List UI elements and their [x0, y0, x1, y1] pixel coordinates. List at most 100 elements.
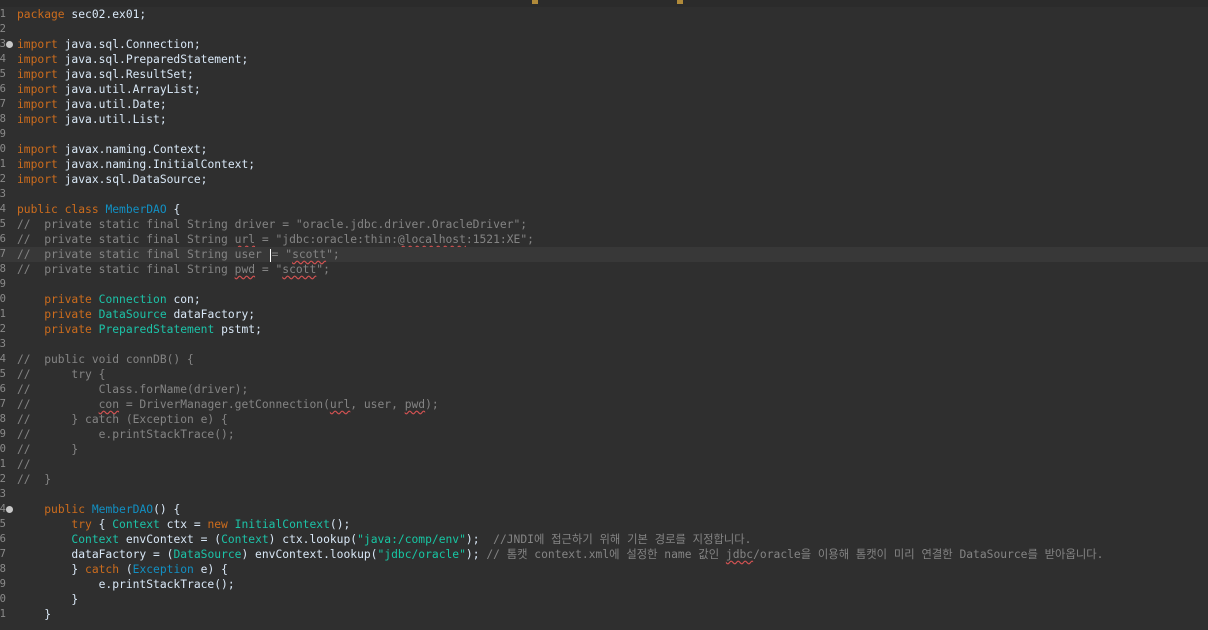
tab-marker[interactable] [677, 0, 683, 4]
code-token: pstmt; [214, 323, 262, 336]
code-token: java.util.ArrayList; [57, 83, 201, 96]
code-line[interactable]: 7 import java.util.Date; [0, 97, 1208, 112]
code-line[interactable]: 23 [0, 337, 1208, 352]
code-token: // public void connDB() { [17, 353, 194, 366]
line-number: 23 [0, 338, 6, 350]
code-line[interactable]: 21 private DataSource dataFactory; [0, 307, 1208, 322]
code-token: import [17, 38, 58, 51]
code-line[interactable]: 17 // private static final String user = … [0, 247, 1208, 262]
code-text: // } [17, 472, 51, 487]
code-token: "; [326, 248, 340, 261]
code-line[interactable]: 15 // private static final String driver … [0, 217, 1208, 232]
code-token: Context [221, 533, 269, 546]
code-token: // } catch (Exception e) { [17, 413, 228, 426]
code-line[interactable]: 13 [0, 187, 1208, 202]
code-line[interactable]: 10 import javax.naming.Context; [0, 142, 1208, 157]
code-line[interactable]: 27 // con = DriverManager.getConnection(u… [0, 397, 1208, 412]
line-number: 12 [0, 173, 6, 185]
code-token: java.sql.PreparedStatement; [57, 53, 249, 66]
code-token: InitialContext [234, 518, 330, 531]
code-line[interactable]: 22 private PreparedStatement pstmt; [0, 322, 1208, 337]
code-text: import javax.naming.InitialContext; [17, 157, 255, 172]
code-text: import javax.sql.DataSource; [17, 172, 207, 187]
fold-toggle-icon[interactable] [6, 41, 13, 48]
code-line[interactable]: 35 try { Context ctx = new InitialContex… [0, 517, 1208, 532]
code-line[interactable]: 25 // try { [0, 367, 1208, 382]
code-text: import java.util.List; [17, 112, 167, 127]
code-line[interactable]: 32 // } [0, 472, 1208, 487]
code-token: package [17, 8, 65, 21]
spelling-error-token: url [329, 398, 351, 411]
code-line[interactable]: 36 Context envContext = (Context) ctx.lo… [0, 532, 1208, 547]
code-token: ( [119, 563, 133, 576]
code-text: } catch (Exception e) { [17, 562, 227, 577]
code-token: ); [465, 533, 494, 546]
code-line[interactable]: 4 import java.sql.PreparedStatement; [0, 52, 1208, 67]
code-line[interactable]: 34 public MemberDAO() { [0, 502, 1208, 517]
code-token: public [17, 203, 58, 216]
code-line[interactable]: 19 [0, 277, 1208, 292]
code-token: Connection [98, 293, 167, 306]
code-text: Context envContext = (Context) ctx.looku… [17, 532, 751, 547]
code-token: import [17, 83, 58, 96]
code-line[interactable]: 11 import javax.naming.InitialContext; [0, 157, 1208, 172]
code-token: = DriverManager.getConnection( [119, 398, 330, 411]
code-line[interactable]: 26 // Class.forName(driver); [0, 382, 1208, 397]
code-token: (); [329, 518, 351, 531]
code-line[interactable]: 24 // public void connDB() { [0, 352, 1208, 367]
code-token: public [44, 503, 86, 516]
code-editor[interactable]: 1 package sec02.ex01; 2 3 import java.sql.Co… [0, 0, 1208, 630]
code-line[interactable]: 30 // } [0, 442, 1208, 457]
line-number: 2 [0, 23, 6, 35]
code-line[interactable]: 37 dataFactory = (DataSource) envContext… [0, 547, 1208, 562]
code-line[interactable]: 38 } catch (Exception e) { [0, 562, 1208, 577]
code-line[interactable]: 5 import java.sql.ResultSet; [0, 67, 1208, 82]
code-token: // } [17, 473, 52, 486]
fold-toggle-icon[interactable] [6, 506, 13, 513]
code-token: Exception [132, 563, 194, 576]
line-number: 22 [0, 323, 6, 335]
line-number: 18 [0, 263, 6, 275]
code-line[interactable]: 12 import javax.sql.DataSource; [0, 172, 1208, 187]
line-number: 33 [0, 488, 6, 500]
code-line[interactable]: 29 // e.printStackTrace(); [0, 427, 1208, 442]
line-number: 1 [0, 8, 6, 20]
code-line[interactable]: 20 private Connection con; [0, 292, 1208, 307]
code-token: } [17, 593, 79, 606]
code-line[interactable]: 41 } [0, 607, 1208, 622]
line-number: 11 [0, 158, 6, 170]
code-token: "java:/comp/env" [357, 533, 466, 546]
code-line[interactable]: 9 [0, 127, 1208, 142]
code-line[interactable]: 14 public class MemberDAO { [0, 202, 1208, 217]
code-line[interactable]: 18 // private static final String pwd = "… [0, 262, 1208, 277]
code-text: // Class.forName(driver); [17, 382, 248, 397]
code-line[interactable]: 3 import java.sql.Connection; [0, 37, 1208, 52]
code-line[interactable]: 39 e.printStackTrace(); [0, 577, 1208, 592]
line-number: 16 [0, 233, 6, 245]
code-line[interactable]: 40 } [0, 592, 1208, 607]
code-token: ); [425, 398, 439, 411]
code-token: new [207, 518, 228, 531]
code-line[interactable]: 33 [0, 487, 1208, 502]
tab-marker[interactable] [532, 0, 538, 4]
code-token: PreparedStatement [98, 323, 215, 336]
code-text: // private static final String pwd = "sc… [17, 262, 330, 277]
editor-tab-strip [0, 0, 1208, 7]
code-line[interactable]: 8 import java.util.List; [0, 112, 1208, 127]
code-line[interactable]: 2 [0, 22, 1208, 37]
code-line[interactable]: 1 package sec02.ex01; [0, 7, 1208, 22]
line-number: 20 [0, 293, 6, 305]
code-token: dataFactory = ( [17, 548, 174, 561]
code-token: } [17, 608, 52, 621]
code-line[interactable]: 28 // } catch (Exception e) { [0, 412, 1208, 427]
code-line[interactable]: 16 // private static final String url = "… [0, 232, 1208, 247]
code-token: // [17, 398, 99, 411]
code-line[interactable]: 6 import java.util.ArrayList; [0, 82, 1208, 97]
code-line[interactable]: 31 // [0, 457, 1208, 472]
line-number: 36 [0, 533, 6, 545]
code-token: dataFactory; [166, 308, 256, 321]
line-number: 32 [0, 473, 6, 485]
